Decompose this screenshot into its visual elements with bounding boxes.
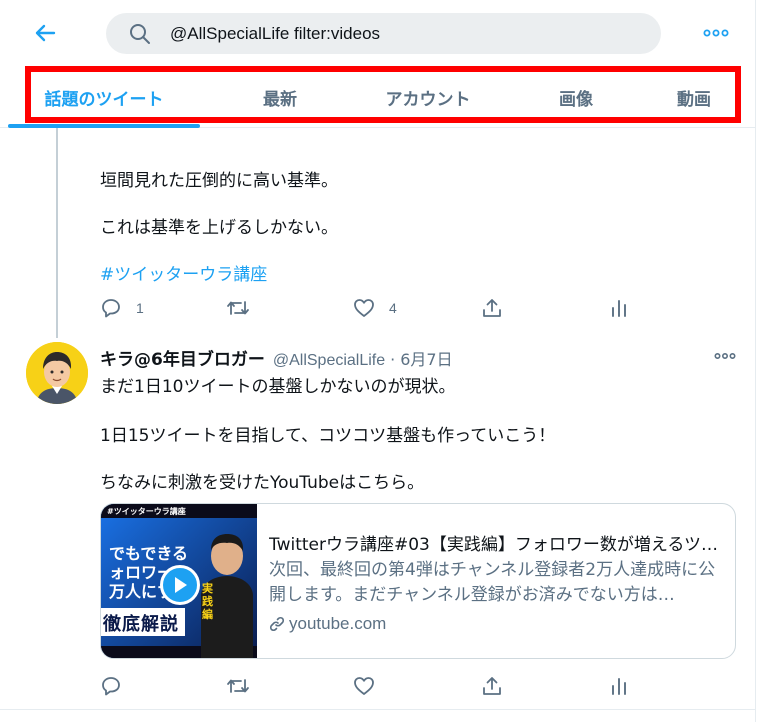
link-icon [269,616,285,632]
tweet2-retweet-button[interactable] [226,671,250,701]
share-icon [483,299,501,317]
back-button[interactable] [30,18,60,48]
tweet1-like-button[interactable]: 4 [353,293,397,323]
play-icon [175,577,187,593]
tweet1-retweet-button[interactable] [226,293,250,323]
tweet2-text-line-3: ちなみに刺激を受けたYouTubeはこちら。 [100,473,425,493]
share-icon [483,677,501,695]
like-count: 4 [389,300,397,316]
tweet1-share-button[interactable] [481,293,503,323]
like-icon [354,677,374,695]
card-body: Twitterウラ講座#03【実践編】フォロワー数が増えるツイート… 次回、最終… [269,530,729,634]
tweet1-reply-button[interactable]: 1 [100,293,144,323]
tweet2-text-line-2: 1日15ツイートを目指して、コツコツ基盤も作っていこう！ [100,426,556,446]
thumb-label: #ツイッターウラ講座 [107,507,186,516]
more-icon [714,352,736,360]
tweet1-text-line-1: 垣間見れた圧倒的に高い基準。 [100,171,338,191]
search-box[interactable] [106,13,661,54]
header-separator: · [390,350,396,369]
reply-icon [102,299,120,318]
search-icon [128,22,152,46]
thumb-side-label: 実践編 [202,582,213,621]
analytics-icon [612,678,626,695]
youtube-link-card[interactable]: #ツイッターウラ講座 でもできる ォロワー 万人にする 徹底解説 実践編 Twi… [100,503,736,659]
card-domain: youtube.com [269,614,729,634]
author-handle[interactable]: @AllSpecialLife [273,352,385,370]
tweet-divider [0,709,756,710]
tweet-date[interactable]: 6月7日 [400,346,452,370]
thumb-line-1: でもできる [109,544,189,563]
tweet2-header: キラ@6年目ブロガー @AllSpecialLife · 6月7日 [100,345,453,370]
tweet2-reply-button[interactable] [100,671,122,701]
tab-latest[interactable]: 最新 [200,66,360,128]
like-icon [354,299,374,317]
tweet2-analytics-button[interactable] [608,671,630,701]
card-description: 次回、最終回の第4弾はチャンネル登録者2万人達成時に公開します。まだチャンネル登… [269,560,716,605]
tweet2-like-button[interactable] [353,671,375,701]
more-icon [703,29,729,37]
back-arrow-icon [35,24,56,42]
video-thumbnail: #ツイッターウラ講座 でもできる ォロワー 万人にする 徹底解説 実践編 [101,504,257,658]
card-domain-text: youtube.com [289,614,387,633]
tweet2-more-button[interactable] [710,346,740,366]
tweet2-actions [100,671,640,701]
tab-top[interactable]: 話題のツイート [8,66,200,128]
tweet1-hashtag[interactable]: #ツイッターウラ講座 [100,260,267,285]
author-name[interactable]: キラ@6年目ブロガー [100,345,265,370]
tweet1-actions: 1 4 [100,293,640,323]
search-input[interactable] [170,23,630,44]
tweet1-analytics-button[interactable] [608,293,630,323]
analytics-icon [612,300,626,317]
thread-line [56,128,58,338]
tab-people[interactable]: アカウント [360,66,496,128]
tab-photos[interactable]: 画像 [496,66,656,128]
tweet2-text-line-1: まだ1日10ツイートの基盤しかないのが現状。 [100,377,456,397]
active-tab-indicator [8,124,200,128]
reply-icon [102,677,120,696]
retweet-icon [227,301,249,315]
reply-count: 1 [136,300,144,316]
retweet-icon [227,679,249,693]
search-tabs: 話題のツイート 最新 アカウント 画像 動画 [0,66,756,128]
tab-videos[interactable]: 動画 [656,66,732,128]
avatar[interactable] [26,342,88,404]
search-header [0,0,756,66]
thumb-badge: 徹底解説 [103,614,179,635]
tweet1-text-line-2: これは基準を上げるしかない。 [100,218,338,238]
card-title: Twitterウラ講座#03【実践編】フォロワー数が増えるツイート… [269,535,729,554]
tweet2-share-button[interactable] [481,671,503,701]
play-button[interactable] [160,565,200,605]
more-options-button[interactable] [700,18,732,48]
timeline-column: 話題のツイート 最新 アカウント 画像 動画 垣間見れた圧倒的に高い基準。 これ… [0,0,756,722]
